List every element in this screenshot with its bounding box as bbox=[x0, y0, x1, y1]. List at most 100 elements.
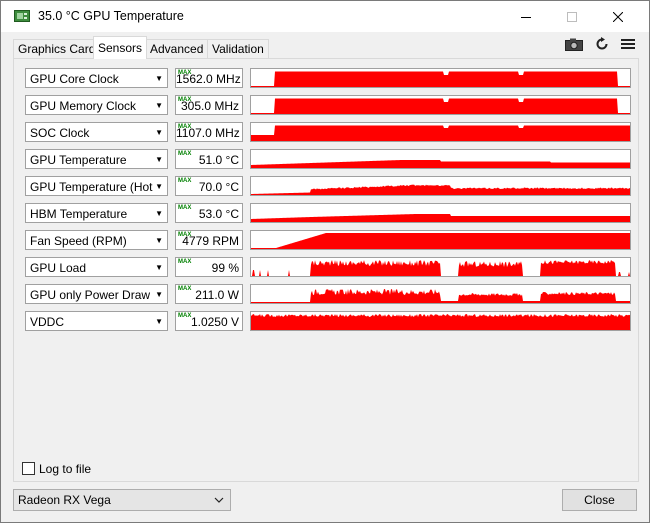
close-button[interactable]: Close bbox=[562, 489, 637, 511]
sensor-history-area bbox=[251, 160, 630, 168]
refresh-icon[interactable] bbox=[591, 35, 613, 53]
sensor-name-dropdown[interactable]: VDDC ▼ bbox=[25, 311, 168, 331]
gpu-select-value: Radeon RX Vega bbox=[18, 493, 111, 507]
sensor-history-area bbox=[251, 260, 630, 276]
sensor-name-dropdown[interactable]: Fan Speed (RPM) ▼ bbox=[25, 230, 168, 250]
tab-graphics-card[interactable]: Graphics Card bbox=[13, 39, 101, 58]
sensor-value: MAX 1562.0 MHz bbox=[175, 68, 243, 88]
sensor-name-dropdown[interactable]: SOC Clock ▼ bbox=[25, 122, 168, 142]
sensor-history-area bbox=[251, 184, 630, 195]
max-indicator: MAX bbox=[178, 151, 192, 157]
window-title: 35.0 °C GPU Temperature bbox=[38, 9, 184, 23]
sensor-graph bbox=[250, 284, 631, 304]
sensor-value: MAX 99 % bbox=[175, 257, 243, 277]
checkbox-box[interactable] bbox=[22, 462, 35, 475]
sensor-value: MAX 1.0250 V bbox=[175, 311, 243, 331]
sensor-row: GPU only Power Draw ▼ MAX 211.0 W bbox=[25, 284, 637, 306]
sensor-value: MAX 70.0 °C bbox=[175, 176, 243, 196]
sensor-history-area bbox=[251, 289, 630, 303]
sensor-value: MAX 211.0 W bbox=[175, 284, 243, 304]
sensor-name: GPU Core Clock bbox=[30, 72, 119, 86]
sensor-history-chart bbox=[251, 71, 630, 87]
max-indicator: MAX bbox=[178, 259, 192, 265]
sensor-value: MAX 51.0 °C bbox=[175, 149, 243, 169]
max-indicator: MAX bbox=[178, 286, 192, 292]
sensor-name-dropdown[interactable]: HBM Temperature ▼ bbox=[25, 203, 168, 223]
sensor-row: GPU Memory Clock ▼ MAX 305.0 MHz bbox=[25, 95, 637, 117]
dropdown-arrow-icon: ▼ bbox=[155, 290, 163, 299]
sensor-value-text: 53.0 °C bbox=[198, 207, 239, 221]
sensor-graph bbox=[250, 176, 631, 196]
sensor-name-dropdown[interactable]: GPU Core Clock ▼ bbox=[25, 68, 168, 88]
sensor-row: HBM Temperature ▼ MAX 53.0 °C bbox=[25, 203, 637, 225]
main-window: 35.0 °C GPU Temperature Graphics Card Se… bbox=[0, 0, 650, 523]
sensor-name-dropdown[interactable]: GPU Temperature (Hot Spot)▼ bbox=[25, 176, 168, 196]
sensor-history-chart bbox=[251, 98, 630, 114]
sensor-history-area bbox=[251, 71, 630, 87]
dropdown-arrow-icon: ▼ bbox=[155, 317, 163, 326]
max-indicator: MAX bbox=[178, 97, 192, 103]
tab-bar: Graphics Card Sensors Advanced Validatio… bbox=[1, 32, 649, 59]
sensor-value: MAX 1107.0 MHz bbox=[175, 122, 243, 142]
max-indicator: MAX bbox=[178, 70, 192, 76]
dropdown-arrow-icon: ▼ bbox=[155, 263, 163, 272]
sensor-name-dropdown[interactable]: GPU Load ▼ bbox=[25, 257, 168, 277]
sensor-history-area bbox=[251, 125, 630, 141]
sensor-name: GPU Temperature bbox=[30, 153, 127, 167]
sensor-value-text: 1.0250 V bbox=[190, 315, 239, 329]
sensor-value-text: 51.0 °C bbox=[198, 153, 239, 167]
dropdown-arrow-icon: ▼ bbox=[155, 236, 163, 245]
sensor-name: Fan Speed (RPM) bbox=[30, 234, 127, 248]
sensor-value-text: 211.0 W bbox=[195, 288, 239, 302]
sensor-row: GPU Temperature ▼ MAX 51.0 °C bbox=[25, 149, 637, 171]
sensor-row: Fan Speed (RPM) ▼ MAX 4779 RPM bbox=[25, 230, 637, 252]
sensor-row: GPU Core Clock ▼ MAX 1562.0 MHz bbox=[25, 68, 637, 90]
sensor-graph bbox=[250, 257, 631, 277]
sensor-value-text: 99 % bbox=[211, 261, 239, 275]
sensor-history-chart bbox=[251, 233, 630, 249]
sensor-history-chart bbox=[251, 214, 630, 222]
gpu-card-icon bbox=[14, 9, 30, 23]
sensor-name: GPU only Power Draw bbox=[30, 288, 151, 302]
sensor-value: MAX 53.0 °C bbox=[175, 203, 243, 223]
hamburger-menu-icon[interactable] bbox=[617, 35, 639, 53]
tab-validation[interactable]: Validation bbox=[207, 39, 269, 58]
sensor-history-area bbox=[251, 214, 630, 222]
sensor-graph bbox=[250, 149, 631, 169]
minimize-button[interactable] bbox=[503, 1, 549, 32]
sensor-history-area bbox=[251, 233, 630, 249]
sensor-name: GPU Memory Clock bbox=[30, 99, 137, 113]
tab-advanced[interactable]: Advanced bbox=[145, 39, 209, 58]
gpu-select-dropdown[interactable]: Radeon RX Vega bbox=[13, 489, 231, 511]
sensor-name-dropdown[interactable]: GPU Memory Clock ▼ bbox=[25, 95, 168, 115]
sensor-value: MAX 305.0 MHz bbox=[175, 95, 243, 115]
sensor-name: VDDC bbox=[30, 315, 65, 329]
sensor-history-chart bbox=[251, 160, 630, 168]
sensor-value-text: 70.0 °C bbox=[198, 180, 239, 194]
sensor-name-dropdown[interactable]: GPU only Power Draw ▼ bbox=[25, 284, 168, 304]
maximize-button[interactable] bbox=[549, 1, 595, 32]
dropdown-arrow-icon: ▼ bbox=[155, 155, 163, 164]
sensor-graph bbox=[250, 68, 631, 88]
sensor-row: VDDC ▼ MAX 1.0250 V bbox=[25, 311, 637, 333]
sensor-name: HBM Temperature bbox=[30, 207, 128, 221]
max-indicator: MAX bbox=[178, 178, 192, 184]
tab-sensors[interactable]: Sensors bbox=[93, 36, 148, 59]
sensor-name: GPU Temperature (Hot Spot) bbox=[30, 180, 155, 194]
sensor-name-dropdown[interactable]: GPU Temperature ▼ bbox=[25, 149, 168, 169]
sensor-name: GPU Load bbox=[30, 261, 87, 275]
camera-icon[interactable] bbox=[563, 35, 585, 53]
sensor-history-area bbox=[251, 314, 630, 330]
sensor-graph bbox=[250, 230, 631, 250]
sensor-row: GPU Temperature (Hot Spot)▼ MAX 70.0 °C bbox=[25, 176, 637, 198]
sensor-name: SOC Clock bbox=[30, 126, 90, 140]
dropdown-arrow-icon: ▼ bbox=[155, 209, 163, 218]
sensor-row: SOC Clock ▼ MAX 1107.0 MHz bbox=[25, 122, 637, 144]
dropdown-arrow-icon: ▼ bbox=[155, 74, 163, 83]
sensor-graph bbox=[250, 122, 631, 142]
sensor-graph bbox=[250, 203, 631, 223]
sensor-row: GPU Load ▼ MAX 99 % bbox=[25, 257, 637, 279]
close-window-button[interactable] bbox=[595, 1, 641, 32]
log-to-file-checkbox[interactable]: Log to file bbox=[22, 462, 91, 476]
chevron-down-icon bbox=[214, 490, 224, 517]
